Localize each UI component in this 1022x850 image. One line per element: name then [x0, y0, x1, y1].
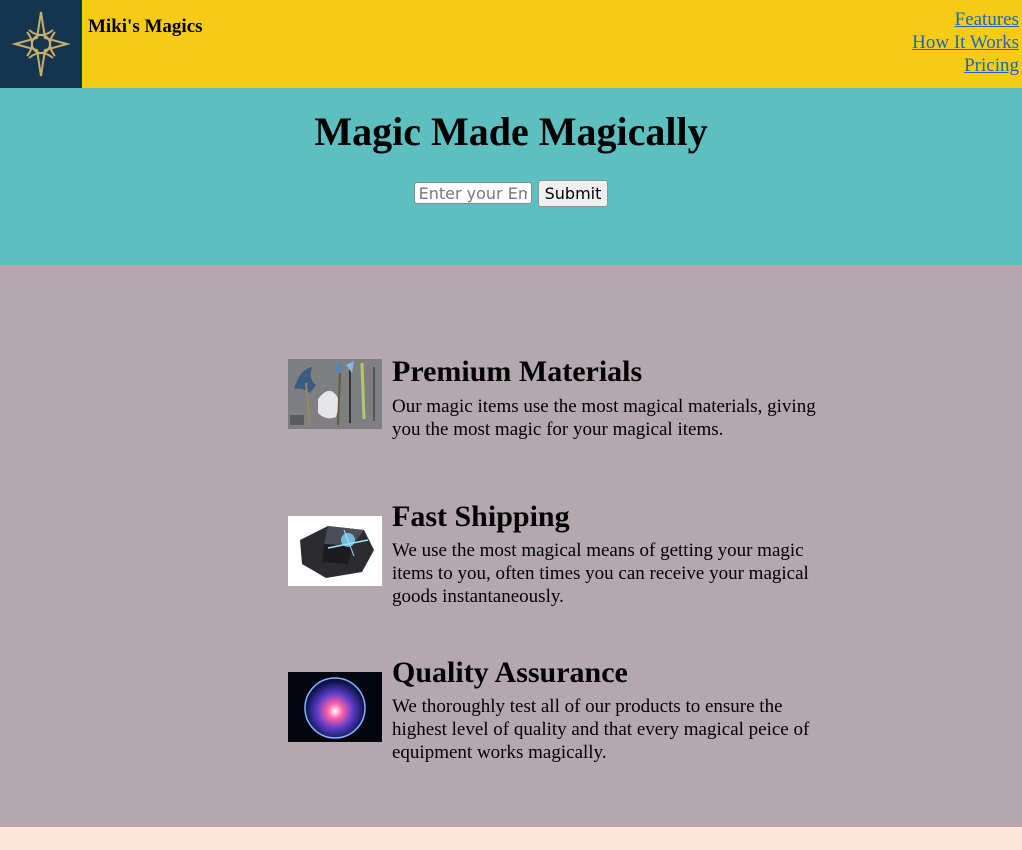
- email-form: Submit: [0, 180, 1022, 207]
- feature-description: We use the most magical means of getting…: [392, 540, 809, 607]
- nav-bar: Features How It Works Pricing: [912, 8, 1019, 77]
- site-header: Miki's Magics Features How It Works Pric…: [0, 0, 1022, 88]
- brand-name: Miki's Magics: [88, 16, 203, 37]
- nav-link-how-it-works[interactable]: How It Works: [912, 31, 1019, 54]
- features-section: Premium Materials Our magic items use th…: [0, 265, 1022, 827]
- feature-title: Fast Shipping: [392, 500, 570, 533]
- nav-link-pricing[interactable]: Pricing: [912, 54, 1019, 77]
- hero-section: Magic Made Magically Submit: [0, 88, 1022, 265]
- footer: [0, 827, 1022, 850]
- email-input[interactable]: [413, 182, 532, 204]
- celtic-knot-icon: [11, 11, 71, 77]
- weapons-image: [288, 359, 382, 429]
- logo[interactable]: [0, 0, 82, 88]
- feature-description: We thoroughly test all of our products t…: [392, 696, 810, 763]
- hero-title: Magic Made Magically: [314, 109, 708, 154]
- feature-title: Quality Assurance: [392, 656, 628, 689]
- nav-link-features[interactable]: Features: [912, 8, 1019, 31]
- crystal-ball-image: [288, 672, 382, 742]
- feature-title: Premium Materials: [392, 355, 643, 388]
- submit-button[interactable]: Submit: [537, 180, 609, 207]
- magic-gem-image: [288, 516, 382, 586]
- feature-description: Our magic items use the most magical mat…: [392, 396, 816, 440]
